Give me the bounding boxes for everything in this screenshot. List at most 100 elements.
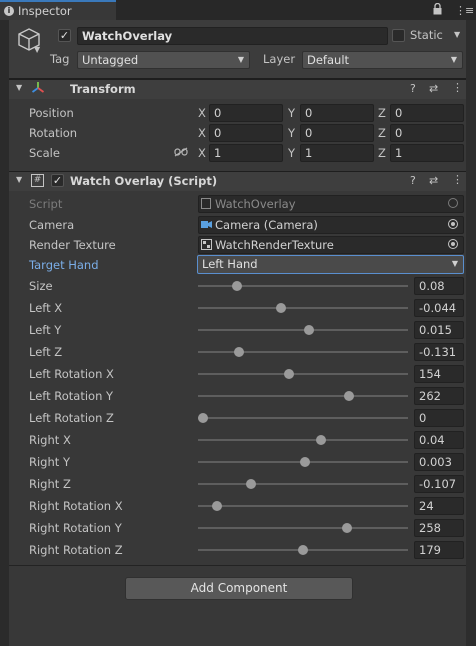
target-hand-label: Target Hand [29,258,99,272]
position-y-field[interactable]: 0 [300,104,374,122]
slider-value-field[interactable]: 0 [414,409,464,427]
slider-track[interactable] [198,307,408,309]
help-icon[interactable]: ? [410,174,416,187]
render-texture-label: Render Texture [29,238,116,252]
slider-value-field[interactable]: 0.015 [414,321,464,339]
slider-value-field[interactable]: 0.08 [414,277,464,295]
gameobject-name-field[interactable]: WatchOverlay [77,27,388,45]
slider-thumb[interactable] [298,545,308,555]
component-list-end-divider [9,565,466,566]
constrain-proportions-icon[interactable] [174,147,188,157]
slider-value-field[interactable]: 154 [414,365,464,383]
slider-thumb[interactable] [344,391,354,401]
slider-thumb[interactable] [234,347,244,357]
slider-label: Right Rotation Y [29,521,122,535]
slider-track[interactable] [198,351,408,353]
slider-value-field[interactable]: -0.107 [414,475,464,493]
rotation-label: Rotation [29,126,78,140]
slider-label: Left Rotation X [29,367,114,381]
slider-value-field[interactable]: 0.003 [414,453,464,471]
object-picker-icon[interactable] [448,239,458,249]
static-toggle[interactable] [392,29,405,42]
slider-thumb[interactable] [276,303,286,313]
camera-field[interactable]: Camera (Camera) [198,216,464,234]
slider-thumb[interactable] [212,501,222,511]
gameobject-active-toggle[interactable]: ✓ [58,29,71,42]
static-dropdown-arrow-icon[interactable]: ▼ [454,30,460,39]
script-enabled-toggle[interactable]: ✓ [51,174,64,187]
scale-z-field[interactable]: 1 [390,144,464,162]
slider-thumb[interactable] [316,435,326,445]
icon-dropdown-arrow-icon[interactable]: ▼ [34,45,40,54]
object-picker-icon[interactable] [448,219,458,229]
slider-track[interactable] [198,329,408,331]
slider-track[interactable] [198,505,408,507]
rotation-x-field[interactable]: 0 [209,124,283,142]
scale-y-field[interactable]: 1 [300,144,374,162]
slider-track[interactable] [198,395,408,397]
info-icon: i [4,6,14,16]
slider-value-field[interactable]: 258 [414,519,464,537]
render-texture-icon [201,239,212,250]
slider-track[interactable] [198,483,408,485]
lock-icon[interactable] [433,3,442,15]
more-options-icon[interactable]: ⋮ [452,173,463,186]
x-axis-label: X [198,106,206,120]
slider-thumb[interactable] [342,523,352,533]
slider-value-field[interactable]: 0.04 [414,431,464,449]
rotation-y-field[interactable]: 0 [300,124,374,142]
tag-dropdown[interactable]: Untagged ▼ [77,51,250,69]
slider-thumb[interactable] [246,479,256,489]
slider-value-field[interactable]: 179 [414,541,464,559]
position-z-field[interactable]: 0 [390,104,464,122]
add-component-button[interactable]: Add Component [125,577,353,600]
slider-thumb[interactable] [300,457,310,467]
slider-thumb[interactable] [198,413,208,423]
script-reference-value: WatchOverlay [215,197,296,211]
script-hash-icon: # [31,174,44,187]
slider-value-field[interactable]: 262 [414,387,464,405]
more-options-icon[interactable]: ⋮≡ [455,4,474,17]
layer-dropdown[interactable]: Default ▼ [302,51,463,69]
slider-track[interactable] [198,439,408,441]
slider-track[interactable] [198,527,408,529]
help-icon[interactable]: ? [410,82,416,95]
layer-dropdown-value: Default [307,53,350,67]
tab-inspector[interactable]: i Inspector [0,0,116,20]
slider-value-field[interactable]: -0.131 [414,343,464,361]
slider-value-field[interactable]: 24 [414,497,464,515]
preset-icon[interactable]: ⇄ [429,82,438,95]
x-axis-label: X [198,126,206,140]
camera-icon [201,221,212,228]
rotation-z-field[interactable]: 0 [390,124,464,142]
chevron-down-icon: ▼ [451,259,458,268]
z-axis-label: Z [378,126,386,140]
object-picker-icon [448,198,458,208]
z-axis-label: Z [378,146,386,160]
right-scrollbar[interactable] [466,20,476,646]
render-texture-field[interactable]: WatchRenderTexture [198,236,464,254]
y-axis-label: Y [288,126,296,140]
scale-label: Scale [29,146,60,160]
slider-thumb[interactable] [304,325,314,335]
transform-title: Transform [70,82,136,96]
slider-track[interactable] [198,373,408,375]
foldout-arrow-icon[interactable]: ▼ [16,175,22,184]
camera-label: Camera [29,218,75,232]
script-field-label: Script [29,197,63,211]
slider-track[interactable] [198,417,408,419]
foldout-arrow-icon[interactable]: ▼ [16,83,22,92]
slider-label: Left Rotation Y [29,389,114,403]
slider-thumb[interactable] [232,281,242,291]
preset-icon[interactable]: ⇄ [429,174,438,187]
scale-x-field[interactable]: 1 [209,144,283,162]
script-title: Watch Overlay (Script) [70,174,218,188]
more-options-icon[interactable]: ⋮ [452,81,463,94]
tab-inspector-label: Inspector [18,4,72,18]
target-hand-dropdown[interactable]: Left Hand ▼ [197,255,464,274]
slider-value-field[interactable]: -0.044 [414,299,464,317]
slider-thumb[interactable] [284,369,294,379]
position-x-field[interactable]: 0 [209,104,283,122]
transform-axes-icon [31,82,45,93]
slider-track[interactable] [198,285,408,287]
